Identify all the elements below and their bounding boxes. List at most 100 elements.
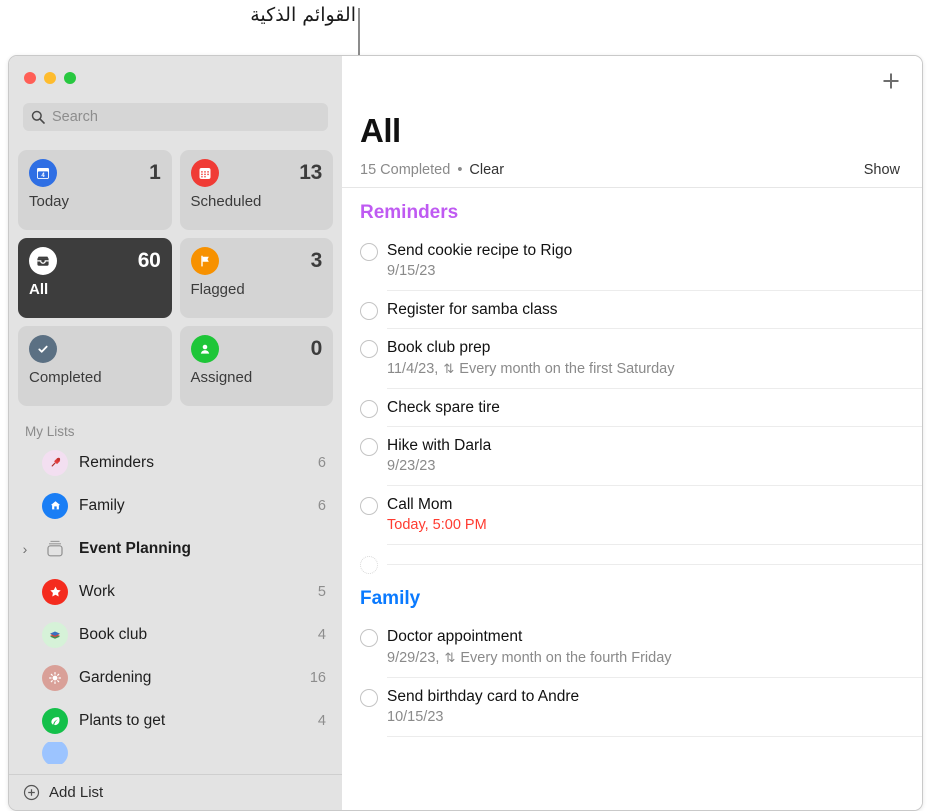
reminder-title: Hike with Darla (387, 436, 922, 455)
sidebar-item-work[interactable]: › Work 5 (9, 570, 342, 613)
reminder-row[interactable]: Hike with Darla 9/23/23 (342, 427, 922, 486)
completed-bar: 15 Completed • Clear Show (342, 150, 922, 188)
search-container: Search (9, 84, 342, 131)
callout-label-smart-lists: القوائم الذكية (0, 2, 356, 28)
reminder-checkbox[interactable] (360, 340, 378, 358)
smart-lists-grid: 4 1 Today (9, 131, 342, 406)
calendar-today-icon: 4 (29, 159, 57, 187)
smart-list-count: 0 (311, 337, 322, 361)
reminder-content: Send cookie recipe to Rigo 9/15/23 (387, 232, 922, 291)
show-button[interactable]: Show (864, 162, 900, 178)
page-title: All (342, 102, 922, 150)
reminder-checkbox[interactable] (360, 243, 378, 261)
reminder-checkbox[interactable] (360, 438, 378, 456)
new-reminder-input[interactable] (387, 545, 922, 565)
reminder-row[interactable]: Call Mom Today, 5:00 PM (342, 486, 922, 545)
chevron-right-icon[interactable]: › (19, 541, 31, 557)
repeat-icon: ⇅ (443, 650, 456, 665)
new-reminder-checkbox[interactable] (360, 556, 378, 574)
search-input[interactable]: Search (23, 103, 328, 131)
zoom-button[interactable] (64, 72, 76, 84)
list-icon-partial (42, 742, 68, 764)
reminder-date: 11/4/23, (387, 361, 442, 377)
calendar-grid-icon (191, 159, 219, 187)
reminder-checkbox[interactable] (360, 400, 378, 418)
smart-list-card-assigned[interactable]: 0 Assigned (180, 326, 334, 406)
reminder-repeat-text: Every month on the fourth Friday (460, 650, 671, 666)
smart-list-card-all[interactable]: 60 All (18, 238, 172, 318)
check-circle-icon (29, 335, 57, 363)
smart-list-card-flagged[interactable]: 3 Flagged (180, 238, 334, 318)
close-button[interactable] (24, 72, 36, 84)
plus-circle-icon (23, 784, 40, 801)
reminder-subtitle: 9/23/23 (387, 457, 922, 476)
sidebar-item-gardening[interactable]: › (9, 656, 342, 699)
pushpin-icon (42, 450, 68, 476)
books-icon (42, 622, 68, 648)
separator-dot: • (454, 162, 465, 178)
reminder-row[interactable]: Check spare tire (342, 389, 922, 427)
star-icon (42, 579, 68, 605)
reminder-row[interactable]: Doctor appointment 9/29/23, ⇅ Every mont… (342, 618, 922, 678)
sidebar-item-label: Book club (79, 626, 307, 644)
completed-info: 15 Completed • Clear (360, 162, 504, 178)
smart-list-label: Scheduled (191, 193, 323, 210)
inbox-tray-icon (29, 247, 57, 275)
minimize-button[interactable] (44, 72, 56, 84)
sidebar-item-count: 4 (318, 713, 326, 729)
sidebar-item-plants-to-get[interactable]: › Plants to get 4 (9, 699, 342, 742)
card-top: 60 (29, 247, 161, 275)
card-top (29, 335, 161, 363)
reminder-checkbox[interactable] (360, 629, 378, 647)
group-stack-icon (42, 536, 68, 562)
reminder-checkbox[interactable] (360, 497, 378, 515)
add-reminder-button[interactable] (880, 70, 902, 92)
reminder-checkbox[interactable] (360, 302, 378, 320)
reminder-row[interactable]: Register for samba class (342, 291, 922, 329)
sidebar-group-event-planning[interactable]: › Event Planning (9, 527, 342, 570)
sidebar-item-label: Gardening (79, 669, 299, 687)
reminder-subtitle: 9/29/23, ⇅ Every month on the fourth Fri… (387, 648, 922, 668)
smart-list-card-today[interactable]: 4 1 Today (18, 150, 172, 230)
completed-count-label: 15 Completed (360, 162, 450, 178)
reminder-row[interactable]: Send cookie recipe to Rigo 9/15/23 (342, 232, 922, 291)
sidebar-item-partial-hidden[interactable]: › (9, 742, 342, 764)
reminder-row[interactable]: Book club prep 11/4/23, ⇅ Every month on… (342, 329, 922, 389)
new-reminder-row[interactable] (342, 545, 922, 574)
sidebar-item-book-club[interactable]: › Book club 4 (9, 613, 342, 656)
reminder-content: Doctor appointment 9/29/23, ⇅ Every mont… (387, 618, 922, 678)
smart-list-label: Assigned (191, 369, 323, 386)
reminder-content: Send birthday card to Andre 10/15/23 (387, 678, 922, 737)
smart-list-card-scheduled[interactable]: 13 Scheduled (180, 150, 334, 230)
sidebar-item-reminders[interactable]: › Reminders 6 (9, 441, 342, 484)
smart-list-count: 13 (299, 161, 322, 185)
reminder-content: Register for samba class (387, 291, 922, 329)
house-icon (42, 493, 68, 519)
smart-list-label: All (29, 281, 161, 298)
card-top: 0 (191, 335, 323, 363)
sidebar: Search 4 (9, 56, 342, 810)
screenshot-root: القوائم الذكية Search (0, 0, 931, 811)
my-lists-container: › Reminders 6 › (9, 441, 342, 774)
card-top: 4 1 (29, 159, 161, 187)
sidebar-item-family[interactable]: › Family 6 (9, 484, 342, 527)
reminder-checkbox[interactable] (360, 689, 378, 707)
reminders-list: Reminders Send cookie recipe to Rigo 9/1… (342, 188, 922, 810)
add-list-button[interactable]: Add List (9, 774, 342, 810)
reminder-row[interactable]: Send birthday card to Andre 10/15/23 (342, 678, 922, 737)
reminder-content: Hike with Darla 9/23/23 (387, 427, 922, 486)
reminder-title: Send cookie recipe to Rigo (387, 241, 922, 260)
smart-list-label: Today (29, 193, 161, 210)
reminder-repeat-text: Every month on the first Saturday (459, 361, 674, 377)
flag-icon (191, 247, 219, 275)
my-lists-header: My Lists (9, 406, 342, 441)
add-list-label: Add List (49, 784, 103, 801)
smart-list-label: Completed (29, 369, 161, 386)
reminder-subtitle: 10/15/23 (387, 708, 922, 727)
sidebar-item-label: Plants to get (79, 712, 307, 730)
clear-button[interactable]: Clear (469, 162, 504, 178)
leaf-icon (42, 708, 68, 734)
smart-list-card-completed[interactable]: Completed (18, 326, 172, 406)
person-icon (191, 335, 219, 363)
repeat-icon: ⇅ (442, 361, 455, 376)
